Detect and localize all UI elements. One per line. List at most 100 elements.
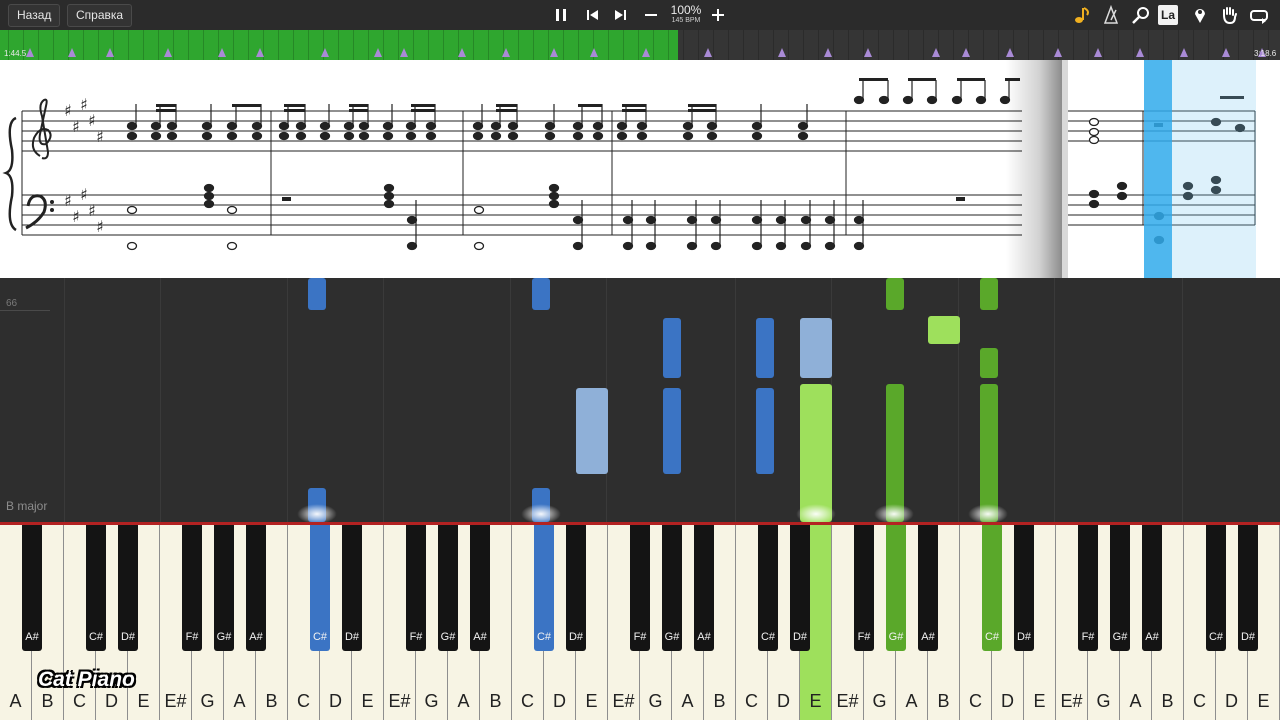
note-icon[interactable] bbox=[1071, 5, 1093, 25]
black-key[interactable]: C# bbox=[310, 525, 330, 651]
plus-icon[interactable] bbox=[707, 5, 729, 25]
black-key[interactable]: G# bbox=[1110, 525, 1130, 651]
piano-keyboard[interactable]: A B C D E E# G A B C D E E# G A B C D E E# G A B C D E E# G A B C D E E# G… bbox=[0, 522, 1280, 720]
note-head bbox=[343, 121, 355, 131]
black-key[interactable]: A# bbox=[246, 525, 266, 651]
black-key[interactable]: D# bbox=[118, 525, 138, 651]
skip-forward-icon[interactable] bbox=[610, 5, 632, 25]
progress-tick bbox=[638, 30, 639, 60]
note-head bbox=[706, 121, 718, 131]
black-key[interactable]: C# bbox=[86, 525, 106, 651]
sharp-sign: ♯ bbox=[64, 191, 72, 210]
progress-tick bbox=[698, 30, 699, 60]
total-time: 3:18.6 bbox=[1254, 49, 1277, 58]
black-key[interactable]: A# bbox=[694, 525, 714, 651]
progress-tick bbox=[38, 30, 39, 60]
white-key-label: C bbox=[1193, 691, 1206, 711]
note-head bbox=[682, 121, 694, 131]
section-marker bbox=[932, 48, 940, 57]
map-pin-icon[interactable] bbox=[1189, 5, 1211, 25]
black-key[interactable]: G# bbox=[886, 525, 906, 651]
note-head bbox=[572, 131, 584, 141]
note-head bbox=[226, 131, 238, 141]
roll-gridline bbox=[383, 278, 384, 522]
section-marker bbox=[321, 48, 329, 57]
progress-tick bbox=[533, 30, 534, 60]
progress-tick bbox=[158, 30, 159, 60]
progress-tick bbox=[653, 30, 654, 60]
black-key-label: D# bbox=[792, 631, 808, 643]
falling-note bbox=[756, 388, 774, 474]
progress-tick bbox=[143, 30, 144, 60]
black-key-label: A# bbox=[249, 631, 263, 643]
back-button[interactable]: Назад bbox=[8, 4, 61, 27]
note-head bbox=[383, 191, 395, 201]
note-beam bbox=[957, 78, 985, 81]
black-key[interactable]: F# bbox=[854, 525, 874, 651]
black-key[interactable]: F# bbox=[630, 525, 650, 651]
white-key-label: D bbox=[553, 691, 566, 711]
black-key[interactable]: C# bbox=[1206, 525, 1226, 651]
progress-bar[interactable]: 1:44.5 3:18.6 bbox=[0, 30, 1280, 60]
label-icon[interactable]: La bbox=[1158, 5, 1178, 25]
black-key[interactable]: D# bbox=[790, 525, 810, 651]
note-head bbox=[853, 95, 865, 105]
black-key[interactable]: A# bbox=[470, 525, 490, 651]
note-head bbox=[636, 131, 648, 141]
sharp-sign: ♯ bbox=[96, 217, 104, 236]
roll-gridline bbox=[1054, 278, 1055, 522]
white-key-label: A bbox=[681, 691, 694, 711]
black-key[interactable]: F# bbox=[182, 525, 202, 651]
black-key[interactable]: C# bbox=[982, 525, 1002, 651]
progress-tick bbox=[518, 30, 519, 60]
black-key[interactable]: A# bbox=[918, 525, 938, 651]
black-key[interactable]: D# bbox=[1238, 525, 1258, 651]
black-key[interactable]: G# bbox=[438, 525, 458, 651]
note-head bbox=[226, 205, 238, 215]
help-button[interactable]: Справка bbox=[67, 4, 133, 27]
note-head bbox=[1088, 135, 1100, 145]
note-head bbox=[383, 183, 395, 193]
progress-tick bbox=[308, 30, 309, 60]
progress-tick bbox=[563, 30, 564, 60]
section-marker bbox=[218, 48, 226, 57]
skip-back-icon[interactable] bbox=[581, 5, 603, 25]
rest bbox=[282, 197, 291, 201]
note-head bbox=[975, 95, 987, 105]
black-key[interactable]: D# bbox=[566, 525, 586, 651]
note-head bbox=[126, 121, 138, 131]
magnifier-icon[interactable] bbox=[1130, 5, 1152, 25]
page-fold-edge bbox=[1062, 60, 1068, 278]
note-beam bbox=[859, 78, 888, 81]
progress-tick bbox=[473, 30, 474, 60]
black-key[interactable]: D# bbox=[342, 525, 362, 651]
note-head bbox=[1088, 189, 1100, 199]
loop-icon[interactable] bbox=[1248, 5, 1270, 25]
white-key-label: E bbox=[809, 691, 822, 711]
white-key-label: E bbox=[137, 691, 150, 711]
note-head bbox=[800, 215, 812, 225]
note-head bbox=[751, 241, 763, 251]
black-key[interactable]: C# bbox=[534, 525, 554, 651]
black-key[interactable]: D# bbox=[1014, 525, 1034, 651]
white-key-label: E# bbox=[164, 691, 187, 711]
metronome-icon[interactable] bbox=[1100, 4, 1122, 25]
black-key[interactable]: C# bbox=[758, 525, 778, 651]
measure-line bbox=[0, 310, 50, 311]
progress-tick bbox=[1043, 30, 1044, 60]
note-head bbox=[1088, 199, 1100, 209]
page-fold-shadow bbox=[1006, 60, 1062, 278]
white-key-label: C bbox=[297, 691, 310, 711]
note-head bbox=[126, 131, 138, 141]
pause-icon[interactable] bbox=[550, 5, 572, 25]
black-key[interactable]: A# bbox=[22, 525, 42, 651]
black-key[interactable]: G# bbox=[214, 525, 234, 651]
black-key[interactable]: G# bbox=[662, 525, 682, 651]
black-key[interactable]: A# bbox=[1142, 525, 1162, 651]
progress-tick bbox=[623, 30, 624, 60]
black-key[interactable]: F# bbox=[406, 525, 426, 651]
minus-icon[interactable] bbox=[640, 5, 662, 25]
black-key[interactable]: F# bbox=[1078, 525, 1098, 651]
note-head bbox=[203, 199, 215, 209]
hand-icon[interactable] bbox=[1218, 5, 1240, 25]
